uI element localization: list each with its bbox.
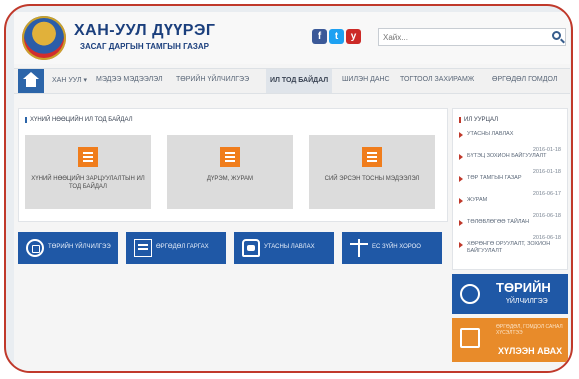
screenshot-frame: ХАН-УУЛ ДҮҮРЭГ ЗАСАГ ДАРГЫН ТАМГЫН ГАЗАР…	[4, 4, 573, 373]
news-title[interactable]: ЖУРАМ	[467, 197, 487, 204]
news-item[interactable]: ЖУРАМ 2016-06-18	[459, 197, 561, 219]
bullet-icon	[459, 154, 463, 160]
banner-title: ТӨРИЙН	[496, 280, 551, 295]
tile-info[interactable]: СИЙ ЭРСЭН ТОСНЫ МЭДЭЭЛЭЛ	[309, 135, 435, 209]
building-icon	[26, 239, 44, 257]
list-icon	[78, 147, 98, 167]
list-icon	[220, 147, 240, 167]
section-title: ХҮНИЙ НӨӨЦИЙН ИЛ ТОД БАЙДАЛ	[25, 117, 133, 123]
transparency-section: ХҮНИЙ НӨӨЦИЙН ИЛ ТОД БАЙДАЛ ХҮНИЙ НӨӨЦИЙ…	[18, 108, 448, 222]
tile-hr-transparency[interactable]: ХҮНИЙ НӨӨЦИЙН ЗАРЦУУЛАЛТЫН ИЛ ТОД БАЙДАЛ	[25, 135, 151, 209]
home-button[interactable]	[18, 69, 44, 93]
nav-item-khan-uul[interactable]: ХАН УУЛ ▾	[52, 76, 87, 84]
scales-icon	[350, 239, 368, 257]
tile-label: ХҮНИЙ НӨӨЦИЙН ЗАРЦУУЛАЛТЫН ИЛ ТОД БАЙДАЛ	[31, 176, 145, 190]
sidebar-news: ИЛ УУРЦАЛ УТАСНЫ ЛАВЛАХ 2016-01-18 БҮТЭЦ…	[452, 108, 568, 270]
banner-small-text: ӨРГӨДӨЛ, ГОМДОЛ САНАЛ ХҮСЭЛТЭЭ	[496, 324, 563, 336]
news-item[interactable]: УТАСНЫ ЛАВЛАХ 2016-01-18	[459, 131, 561, 153]
sidebar-title: ИЛ УУРЦАЛ	[459, 117, 498, 123]
list-icon	[362, 147, 382, 167]
bullet-icon	[459, 220, 463, 226]
bullet-icon	[459, 242, 463, 248]
nav-item-news[interactable]: МЭДЭЭ МЭДЭЭЛЭЛ	[96, 76, 163, 83]
emblem-logo[interactable]	[22, 16, 66, 60]
news-item[interactable]: ХӨРӨНГӨ ОРУУЛАЛТ, ЗОХИОН БАЙГУУЛАЛТ	[459, 241, 561, 263]
nav-item-resolutions[interactable]: ТОГТООЛ ЗАХИРАМЖ	[400, 76, 474, 83]
site-title[interactable]: ХАН-УУЛ ДҮҮРЭГ	[74, 22, 215, 40]
quick-link-label: ТӨРИЙН ҮЙЛЧИЛГЭЭ	[48, 244, 111, 250]
complaint-banner[interactable]: ӨРГӨДӨЛ, ГОМДОЛ САНАЛ ХҮСЭЛТЭЭ ХҮЛЭЭН АВ…	[452, 318, 568, 362]
bullet-icon	[459, 198, 463, 204]
twitter-icon[interactable]: t	[329, 29, 344, 44]
nav-item-public-service[interactable]: ТӨРИЙН ҮЙЛЧИЛГЭЭ	[176, 76, 249, 83]
quick-links: ТӨРИЙН ҮЙЛЧИЛГЭЭ ӨРГӨДӨЛ ГАРГАХ УТАСНЫ Л…	[18, 232, 448, 266]
site-subtitle: ЗАСАГ ДАРГЫН ТАМГЫН ГАЗАР	[80, 42, 210, 51]
youtube-icon[interactable]: y	[346, 29, 361, 44]
nav-item-complaints[interactable]: ӨРГӨДӨЛ ГОМДОЛ	[492, 76, 557, 83]
quick-link-label: УТАСНЫ ЛАВЛАХ	[264, 244, 315, 250]
tile-label: ДҮРЭМ, ЖУРАМ	[206, 176, 254, 182]
main-nav: ХАН УУЛ ▾ МЭДЭЭ МЭДЭЭЛЭЛ ТӨРИЙН ҮЙЛЧИЛГЭ…	[14, 68, 570, 94]
building-icon	[460, 284, 480, 304]
search-box	[378, 28, 566, 46]
news-title[interactable]: ХӨРӨНГӨ ОРУУЛАЛТ, ЗОХИОН БАЙГУУЛАЛТ	[467, 241, 561, 255]
bullet-icon	[459, 176, 463, 182]
submit-complaint-button[interactable]: ӨРГӨДӨЛ ГАРГАХ	[126, 232, 226, 264]
search-icon[interactable]	[552, 31, 561, 40]
quick-link-label: ӨРГӨДӨЛ ГАРГАХ	[156, 244, 209, 250]
document-icon	[460, 328, 480, 348]
banner-title: ХҮЛЭЭН АВАХ	[498, 346, 563, 356]
nav-item-transparency[interactable]: ИЛ ТОД БАЙДАЛ	[266, 69, 333, 93]
public-service-banner[interactable]: ТӨРИЙН ҮЙЛЧИЛГЭЭ	[452, 274, 568, 314]
news-title[interactable]: ТӨЛӨВЛӨГӨӨ ТАЙЛАН	[467, 219, 529, 226]
phone-icon	[242, 239, 260, 257]
news-title[interactable]: БҮТЭЦ ЗОХИОН БАЙГУУЛАЛТ	[467, 153, 547, 160]
news-item[interactable]: ТӨЛӨВЛӨГӨӨ ТАЙЛАН 2016-06-18	[459, 219, 561, 241]
news-item[interactable]: ТӨР ТАМГЫН ГАЗАР 2016-06-17	[459, 175, 561, 197]
news-item[interactable]: БҮТЭЦ ЗОХИОН БАЙГУУЛАЛТ 2016-01-18	[459, 153, 561, 175]
home-icon	[23, 72, 39, 87]
tile-label: СИЙ ЭРСЭН ТОСНЫ МЭДЭЭЛЭЛ	[324, 176, 420, 182]
bullet-icon	[459, 132, 463, 138]
header: ХАН-УУЛ ДҮҮРЭГ ЗАСАГ ДАРГЫН ТАМГЫН ГАЗАР…	[14, 12, 570, 64]
news-title[interactable]: ТӨР ТАМГЫН ГАЗАР	[467, 175, 521, 182]
banner-subtitle: ҮЙЛЧИЛГЭЭ	[506, 298, 548, 305]
search-input[interactable]	[383, 31, 543, 43]
phone-directory-button[interactable]: УТАСНЫ ЛАВЛАХ	[234, 232, 334, 264]
document-icon	[134, 239, 152, 257]
public-service-button[interactable]: ТӨРИЙН ҮЙЛЧИЛГЭЭ	[18, 232, 118, 264]
facebook-icon[interactable]: f	[312, 29, 327, 44]
news-title[interactable]: УТАСНЫ ЛАВЛАХ	[467, 131, 513, 138]
page: ХАН-УУЛ ДҮҮРЭГ ЗАСАГ ДАРГЫН ТАМГЫН ГАЗАР…	[14, 12, 570, 371]
quick-link-label: ЕС ЗҮЙН ХОРОО	[372, 244, 421, 250]
ethics-committee-button[interactable]: ЕС ЗҮЙН ХОРОО	[342, 232, 442, 264]
tile-rules[interactable]: ДҮРЭМ, ЖУРАМ	[167, 135, 293, 209]
social-links: f t y	[312, 29, 361, 44]
nav-item-glass-account[interactable]: ШИЛЭН ДАНС	[342, 76, 390, 83]
